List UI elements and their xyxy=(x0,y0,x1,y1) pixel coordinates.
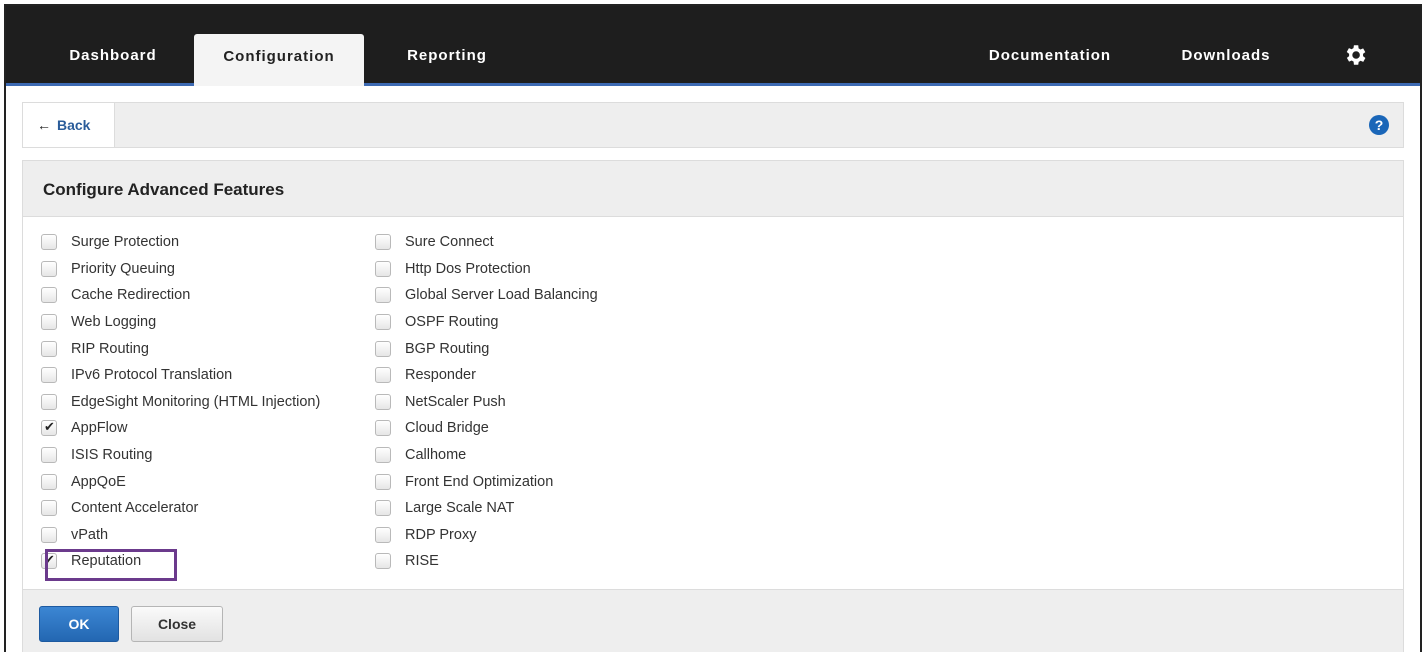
feature-item[interactable]: Cloud Bridge xyxy=(375,415,598,442)
feature-label: Http Dos Protection xyxy=(405,260,531,277)
feature-checkbox[interactable] xyxy=(375,447,391,464)
nav-documentation-link[interactable]: Documentation xyxy=(980,36,1120,86)
feature-item[interactable]: Content Accelerator xyxy=(41,495,320,522)
feature-item[interactable]: IPv6 Protocol Translation xyxy=(41,362,320,389)
panel-footer: OK Close xyxy=(23,589,1403,652)
feature-label: Content Accelerator xyxy=(71,500,199,517)
feature-checkbox[interactable] xyxy=(375,287,391,304)
feature-item[interactable]: AppQoE xyxy=(41,468,320,495)
feature-label: OSPF Routing xyxy=(405,314,499,331)
feature-item[interactable]: Surge Protection xyxy=(41,229,320,256)
feature-label: Front End Optimization xyxy=(405,473,554,490)
help-icon[interactable]: ? xyxy=(1369,115,1389,135)
feature-item[interactable]: Callhome xyxy=(375,442,598,469)
feature-checkbox[interactable] xyxy=(41,473,57,490)
feature-item[interactable]: AppFlow xyxy=(41,415,320,442)
feature-checkbox[interactable] xyxy=(41,393,57,410)
feature-label: vPath xyxy=(71,526,109,543)
feature-item[interactable]: NetScaler Push xyxy=(375,389,598,416)
feature-label: BGP Routing xyxy=(405,340,490,357)
feature-label: AppFlow xyxy=(71,420,128,437)
feature-item[interactable]: Cache Redirection xyxy=(41,282,320,309)
feature-item[interactable]: Http Dos Protection xyxy=(375,256,598,283)
feature-label: RISE xyxy=(405,553,439,570)
feature-item[interactable]: Responder xyxy=(375,362,598,389)
back-label: Back xyxy=(57,117,91,133)
feature-item[interactable]: OSPF Routing xyxy=(375,309,598,336)
back-bar: ← Back ? xyxy=(22,102,1404,148)
feature-checkbox[interactable] xyxy=(41,314,57,331)
feature-checkbox[interactable] xyxy=(41,419,57,437)
feature-item[interactable]: Sure Connect xyxy=(375,229,598,256)
feature-checkbox[interactable] xyxy=(375,340,391,357)
advanced-features-panel: Configure Advanced Features Surge Protec… xyxy=(22,160,1404,652)
feature-label: Large Scale NAT xyxy=(405,500,515,517)
feature-item[interactable]: Front End Optimization xyxy=(375,468,598,495)
tab-dashboard[interactable]: Dashboard xyxy=(58,36,168,86)
feature-label: RIP Routing xyxy=(71,340,149,357)
feature-checkbox[interactable] xyxy=(41,234,57,251)
feature-checkbox[interactable] xyxy=(41,447,57,464)
top-nav: Dashboard Configuration Reporting Docume… xyxy=(6,6,1420,86)
feature-checkbox[interactable] xyxy=(375,526,391,543)
feature-item[interactable]: RDP Proxy xyxy=(375,522,598,549)
feature-label: Cloud Bridge xyxy=(405,420,489,437)
feature-checkbox[interactable] xyxy=(375,500,391,517)
ok-button[interactable]: OK xyxy=(39,606,119,642)
feature-label: Global Server Load Balancing xyxy=(405,287,598,304)
feature-item[interactable]: vPath xyxy=(41,522,320,549)
feature-checkbox[interactable] xyxy=(375,420,391,437)
feature-label: Reputation xyxy=(71,553,142,570)
feature-label: RDP Proxy xyxy=(405,526,477,543)
features-column-1: Surge Protection Priority Queuing Cache Re… xyxy=(41,229,320,575)
feature-item[interactable]: Global Server Load Balancing xyxy=(375,282,598,309)
feature-label: Surge Protection xyxy=(71,234,180,251)
back-button[interactable]: ← Back xyxy=(23,103,115,147)
features-column-2: Sure Connect Http Dos Protection Global Se… xyxy=(375,229,598,575)
feature-checkbox[interactable] xyxy=(375,314,391,331)
feature-item[interactable]: EdgeSight Monitoring (HTML Injection) xyxy=(41,389,320,416)
feature-checkbox[interactable] xyxy=(375,473,391,490)
feature-checkbox[interactable] xyxy=(41,340,57,357)
feature-checkbox[interactable] xyxy=(375,393,391,410)
feature-item[interactable]: BGP Routing xyxy=(375,335,598,362)
feature-checkbox[interactable] xyxy=(41,287,57,304)
gear-icon[interactable] xyxy=(1342,42,1368,68)
feature-item[interactable]: ISIS Routing xyxy=(41,442,320,469)
feature-label: Sure Connect xyxy=(405,234,494,251)
feature-label: Callhome xyxy=(405,447,467,464)
panel-title: Configure Advanced Features xyxy=(23,161,1403,217)
feature-label: Cache Redirection xyxy=(71,287,191,304)
feature-label: NetScaler Push xyxy=(405,393,506,410)
app-frame: Dashboard Configuration Reporting Docume… xyxy=(4,4,1422,652)
feature-checkbox[interactable] xyxy=(41,500,57,517)
feature-item[interactable]: Large Scale NAT xyxy=(375,495,598,522)
feature-item[interactable]: RISE xyxy=(375,548,598,575)
feature-checkbox[interactable] xyxy=(375,367,391,384)
arrow-left-icon: ← xyxy=(37,117,51,133)
feature-label: AppQoE xyxy=(71,473,126,490)
feature-item[interactable]: Priority Queuing xyxy=(41,256,320,283)
feature-label: IPv6 Protocol Translation xyxy=(71,367,233,384)
tab-configuration[interactable]: Configuration xyxy=(194,34,364,86)
nav-downloads-link[interactable]: Downloads xyxy=(1174,36,1278,86)
feature-label: Priority Queuing xyxy=(71,260,175,277)
feature-checkbox[interactable] xyxy=(41,260,57,277)
feature-label: Responder xyxy=(405,367,476,384)
tab-reporting[interactable]: Reporting xyxy=(402,36,492,86)
feature-checkbox[interactable] xyxy=(375,553,391,570)
feature-checkbox[interactable] xyxy=(41,367,57,384)
feature-label: EdgeSight Monitoring (HTML Injection) xyxy=(71,393,321,410)
feature-item[interactable]: Web Logging xyxy=(41,309,320,336)
feature-checkbox[interactable] xyxy=(375,260,391,277)
feature-checkbox[interactable] xyxy=(41,526,57,543)
feature-checkbox[interactable] xyxy=(41,552,57,570)
feature-label: ISIS Routing xyxy=(71,447,153,464)
feature-item[interactable]: Reputation xyxy=(41,548,320,575)
feature-checkbox[interactable] xyxy=(375,234,391,251)
feature-item[interactable]: RIP Routing xyxy=(41,335,320,362)
feature-label: Web Logging xyxy=(71,314,157,331)
close-button[interactable]: Close xyxy=(131,606,223,642)
